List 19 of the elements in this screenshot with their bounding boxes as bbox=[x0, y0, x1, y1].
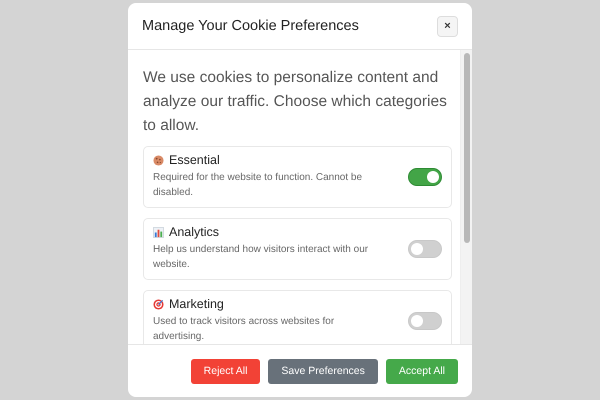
category-description: Used to track visitors across websites for advertising. bbox=[153, 315, 336, 344]
scrollbar[interactable] bbox=[460, 50, 472, 344]
toggle-switch[interactable] bbox=[408, 168, 442, 186]
toggle-switch[interactable] bbox=[408, 240, 442, 258]
toggle-switch[interactable] bbox=[408, 312, 442, 330]
bar-chart-icon bbox=[153, 226, 164, 238]
action-button[interactable]: Save Preferences bbox=[268, 358, 378, 384]
category-name: Essential bbox=[169, 153, 220, 167]
category-name: Analytics bbox=[169, 225, 220, 239]
target-icon bbox=[153, 298, 164, 310]
category-name: Marketing bbox=[169, 297, 224, 311]
action-button[interactable]: Accept All bbox=[386, 358, 458, 384]
intro-text: We use cookies to personalize content and analyze our traffic. Choose which categories to allow. bbox=[143, 68, 448, 136]
cookie-icon bbox=[153, 154, 164, 166]
category-description: Required for the website to function. Cannot be disabled. bbox=[153, 171, 364, 200]
category-description: Help us understand how visitors interact with our website. bbox=[153, 243, 370, 272]
close-button[interactable]: × bbox=[437, 16, 458, 36]
action-button[interactable]: Reject All bbox=[190, 358, 260, 384]
dialog-title: Manage Your Cookie Preferences bbox=[142, 18, 359, 34]
